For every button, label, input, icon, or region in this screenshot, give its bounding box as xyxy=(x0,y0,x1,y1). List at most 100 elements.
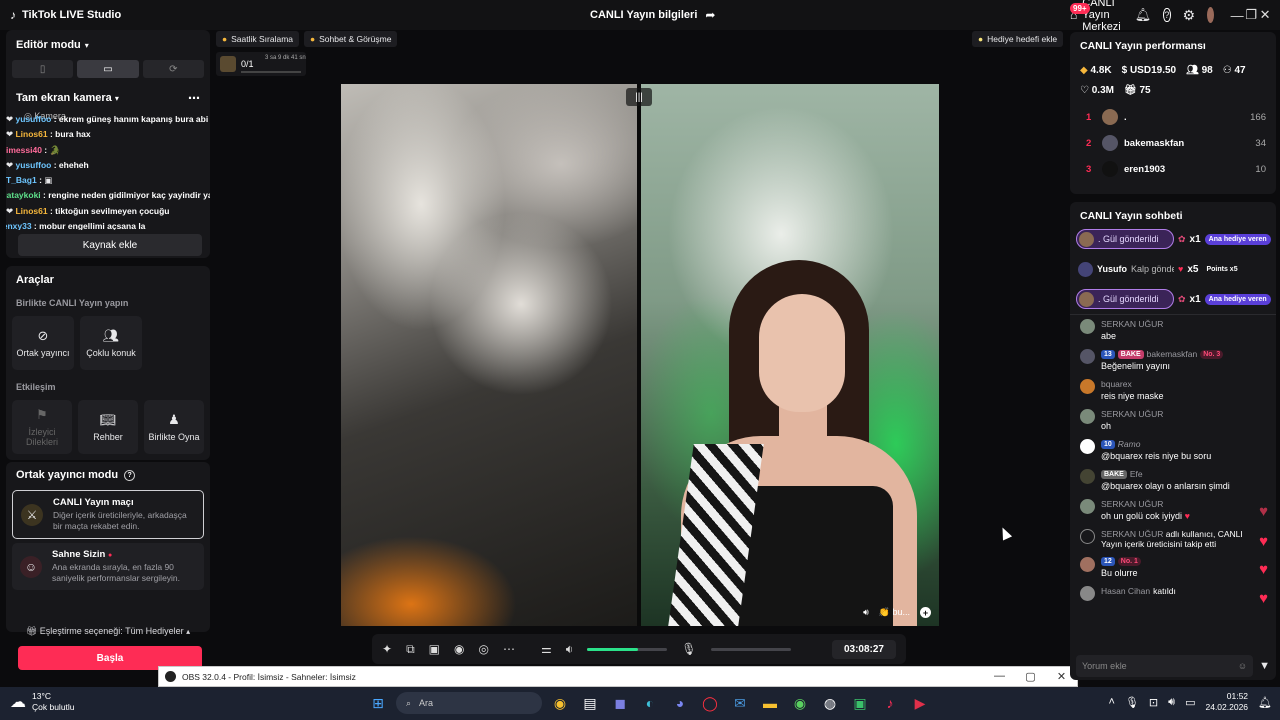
chat-message[interactable]: 12 No. 1 Bu olurre ♥ xyxy=(1070,553,1276,582)
speaker-tray-icon[interactable]: 🔊︎ xyxy=(1168,696,1175,709)
tiktok-taskbar-icon[interactable]: ♪ xyxy=(878,691,902,715)
media-player-icon[interactable]: ▶ xyxy=(908,691,932,715)
interaction-title: Etkileşim xyxy=(16,382,56,392)
weather-widget[interactable]: ☁ 13°C Çok bulutlu xyxy=(10,691,75,713)
minimize-button[interactable]: — xyxy=(1230,8,1244,23)
chat-text: @bquarex reis niye bu soru xyxy=(1101,451,1212,461)
landscape-option[interactable]: ▭ xyxy=(77,60,139,78)
clock[interactable]: 01:52 24.02.2026 xyxy=(1205,691,1248,713)
mixer-icon[interactable]: ⚌ xyxy=(541,642,552,656)
chat-user: SERKAN UĞUR xyxy=(1101,499,1164,509)
rotate-option[interactable]: ⟳ xyxy=(142,60,204,78)
gift-text: . Gül gönderildi xyxy=(1098,294,1159,304)
guide-tool-button[interactable]: 📖︎ Rehber xyxy=(78,400,138,454)
add-source-button[interactable]: Kaynak ekle xyxy=(18,234,202,256)
obs-taskbar-icon[interactable]: ◍ xyxy=(818,691,842,715)
gifts-stat: 🎁︎ 75 xyxy=(1124,85,1151,96)
help-icon[interactable]: ? xyxy=(124,469,136,481)
bell-icon[interactable]: 🔔︎ xyxy=(1135,7,1152,23)
volume-icon[interactable]: 🔉︎ xyxy=(566,642,574,657)
chrome-alt-icon[interactable]: ◉ xyxy=(788,691,812,715)
folder-icon[interactable]: ▬ xyxy=(758,691,782,715)
live-info-button[interactable]: CANLI Yayın bilgileri ➦ xyxy=(590,0,715,30)
obs-minimize-button[interactable]: — xyxy=(984,670,1015,683)
goal-widget[interactable]: 0/1 3 sa 9 dk 41 sn xyxy=(216,52,306,76)
chrome-icon[interactable]: ◉ xyxy=(548,691,572,715)
pairing-option-dropdown[interactable]: 🎁︎ Eşleştirme seçeneği: Tüm Hediyeler ▴ xyxy=(6,626,210,642)
emoji-icon[interactable]: ☺ xyxy=(1238,661,1247,671)
layout-icon[interactable]: ▣ xyxy=(429,642,440,656)
chat-text: Bu olurre xyxy=(1101,568,1138,578)
obs-window-bar[interactable]: OBS 32.0.4 - Profil: İsimsiz - Sahneler:… xyxy=(158,666,1078,687)
more-icon[interactable]: ⋯ xyxy=(188,91,200,105)
microphone-tray-icon[interactable]: 🎙︎ xyxy=(1125,696,1139,709)
effects-icon[interactable]: ⧉ xyxy=(406,642,415,657)
ranking-row[interactable]: 2 bakemaskfan 34 xyxy=(1070,130,1276,156)
gift-goal-label: Hediye hedefi ekle xyxy=(987,34,1058,44)
ranking-row[interactable]: 3 eren1903 10 xyxy=(1070,156,1276,182)
speaker-icon[interactable]: 🔊︎ xyxy=(863,607,869,618)
avatar[interactable] xyxy=(1207,7,1215,23)
magic-wand-icon[interactable]: ✦ xyxy=(382,642,392,656)
windows-start-icon[interactable]: ⊞ xyxy=(366,691,390,715)
chat-call-chip[interactable]: ● Sohbet & Görüşme xyxy=(304,31,398,47)
filter-icon[interactable]: ▼ xyxy=(1259,660,1270,672)
stabilizer-icon[interactable]: ◎ xyxy=(478,642,488,656)
obs-maximize-button[interactable]: ▢ xyxy=(1015,670,1046,683)
chat-message[interactable]: SERKAN UĞUR adlı kullanıcı, CANLI Yayın … xyxy=(1070,525,1276,553)
chevron-up-icon[interactable]: ˄ xyxy=(1109,696,1115,708)
overlay-label: 👏 bu... xyxy=(878,607,910,617)
cohost-tool-button[interactable]: ⊘ Ortak yayıncı xyxy=(12,316,74,370)
microphone-icon[interactable]: 🎙︎ xyxy=(681,642,696,656)
chat-message[interactable]: SERKAN UĞUR oh xyxy=(1070,405,1276,435)
chat-message[interactable]: bquarex reis niye maske xyxy=(1070,375,1276,405)
ranking-row[interactable]: 1 . 166 xyxy=(1070,104,1276,130)
obs-icon xyxy=(165,671,176,682)
mail-icon[interactable]: ✉ xyxy=(728,691,752,715)
editor-mode-dropdown[interactable]: Editör modu ▾ xyxy=(6,30,210,60)
maximize-button[interactable]: ❐ xyxy=(1244,7,1258,23)
split-layout-icon[interactable]: ||| xyxy=(626,88,652,106)
hourly-ranking-chip[interactable]: ● Saatlik Sıralama xyxy=(216,31,300,47)
help-icon[interactable]: ? xyxy=(1163,8,1171,22)
multi-guest-tool-button[interactable]: 👥︎ Çoklu konuk xyxy=(80,316,142,370)
chat-message[interactable]: 13 BAKE bakemaskfan No. 3 Beğenelim yayını xyxy=(1070,345,1276,375)
chat-message[interactable]: SERKAN UĞUR oh un golü cok iyiydi ♥ ♥ xyxy=(1070,495,1276,525)
network-icon[interactable]: ⊡ xyxy=(1149,696,1158,709)
chat-message[interactable]: Hasan Cihan katıldı ♥ xyxy=(1070,582,1276,607)
live-chat-card: CANLI Yayın sohbeti . Gül gönderildi ✿ x… xyxy=(1070,202,1276,680)
gift-goal-chip[interactable]: ● Hediye hedefi ekle xyxy=(972,31,1064,47)
opera-icon[interactable]: ◯ xyxy=(698,691,722,715)
teams-icon[interactable]: ◼ xyxy=(608,691,632,715)
portrait-option[interactable]: ▯ xyxy=(12,60,74,78)
notification-tray-icon[interactable]: 🔔︎ xyxy=(1258,696,1272,709)
together-title: Birlikte CANLI Yayın yapın xyxy=(16,298,129,308)
chat-message[interactable]: 10 Ramo @bquarex reis niye bu soru xyxy=(1070,435,1276,465)
xbox-icon[interactable]: ▣ xyxy=(848,691,872,715)
mini-chat-user: yusuffoo xyxy=(15,159,52,170)
store-icon[interactable]: ▤ xyxy=(578,691,602,715)
volume-slider[interactable] xyxy=(587,647,668,651)
play-together-tool-button[interactable]: ♟ Birlikte Oyna xyxy=(144,400,204,454)
mic-slider[interactable] xyxy=(710,647,791,651)
chat-message[interactable]: SERKAN UĞUR abe xyxy=(1070,319,1276,345)
discord-icon[interactable]: ◕ xyxy=(668,691,692,715)
live-preview[interactable]: ||| 🔊︎ 👏 bu... + xyxy=(341,84,939,626)
share-icon[interactable]: ➦ xyxy=(705,8,715,22)
battery-icon[interactable]: ▭ xyxy=(1185,696,1195,709)
chat-message[interactable]: BAKE Efe @bquarex olayı o anlarsın şimdi xyxy=(1070,465,1276,495)
edge-icon[interactable]: ◐ xyxy=(638,691,662,715)
viewer-wishes-tool-button[interactable]: ⚑ İzleyici Dilekleri xyxy=(12,400,72,454)
close-button[interactable]: ✕ xyxy=(1258,7,1272,23)
stage-mode-option[interactable]: ☺ Sahne Sizin ● Ana ekranda sırayla, en … xyxy=(12,543,204,590)
heart-icon: ♥ xyxy=(1178,264,1184,274)
more-icon[interactable]: ⋯ xyxy=(503,642,515,656)
taskbar-search[interactable]: ⌕ Ara xyxy=(396,692,542,714)
add-icon[interactable]: + xyxy=(920,607,931,618)
record-icon[interactable]: ◉ xyxy=(454,642,464,656)
comment-input[interactable]: Yorum ekle ☺ xyxy=(1076,655,1254,677)
live-match-mode-option[interactable]: ⚔ CANLI Yayın maçı Diğer içerik üreticil… xyxy=(12,490,204,539)
camera-scene-dropdown[interactable]: Tam ekran kamera ▾ xyxy=(16,92,119,104)
stats-row-2: ♡ 0.3M 🎁︎ 75 xyxy=(1070,80,1276,100)
gear-icon[interactable]: ⚙ xyxy=(1183,7,1196,24)
